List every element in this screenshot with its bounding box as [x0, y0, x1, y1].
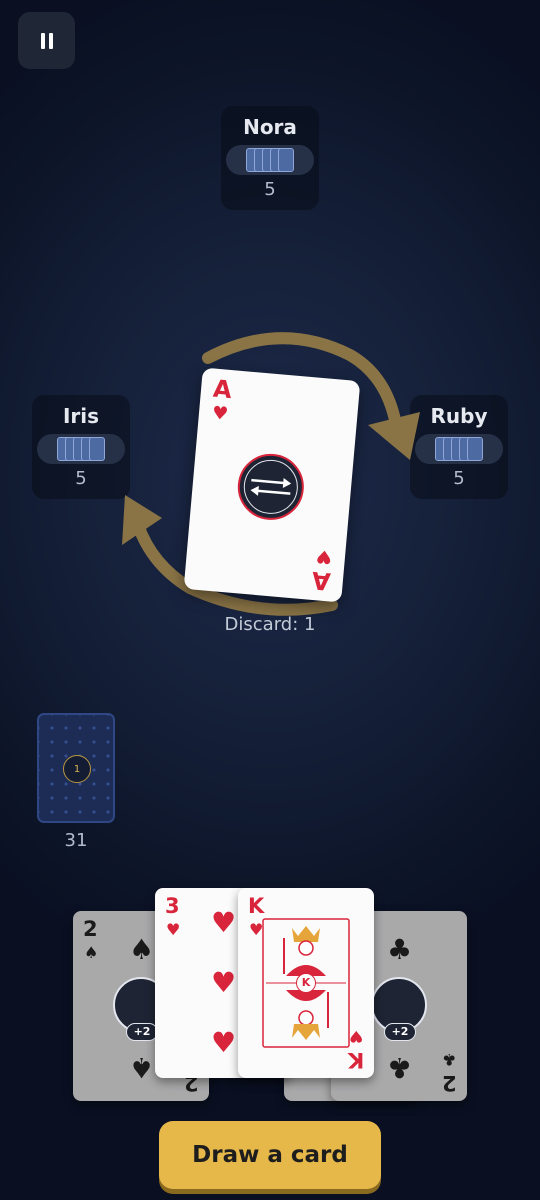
card-suit-bottom: ♥ — [314, 545, 333, 568]
club-icon: ♣ — [387, 1051, 413, 1084]
club-icon: ♣ — [387, 933, 413, 966]
card-rank: K — [248, 894, 265, 918]
card-suit: ♠ — [84, 943, 99, 962]
heart-icon: ♥ — [211, 966, 237, 999]
draw-card-button[interactable]: Draw a card — [159, 1121, 381, 1189]
discard-count-label: Discard: 1 — [224, 614, 316, 635]
king-figure-label: K — [296, 973, 316, 993]
card-rank-bottom: 2 — [442, 1071, 457, 1095]
deck-emblem: 1 — [63, 755, 91, 783]
card-suit: ♥ — [166, 920, 181, 939]
spade-icon: ♠ — [129, 1051, 155, 1084]
card-rank: 2 — [83, 917, 98, 941]
card-suit-bottom: ♥ — [348, 1027, 363, 1046]
pause-button[interactable] — [18, 12, 75, 69]
card-rank: 3 — [165, 894, 180, 918]
opponent-nora: Nora 5 — [221, 106, 319, 210]
heart-icon: ♥ — [211, 906, 237, 939]
draw-two-icon: +2 — [371, 977, 427, 1041]
draw-deck[interactable]: 1 — [37, 713, 115, 823]
card-rank-bottom: A — [311, 565, 333, 596]
card-suit-bottom: ♣ — [441, 1050, 456, 1069]
hand-card-k-hearts[interactable]: K ♥ K ♥ K — [238, 888, 374, 1078]
card-rank: A — [211, 374, 233, 405]
heart-icon: ♥ — [211, 1026, 237, 1059]
pause-icon — [40, 32, 53, 49]
draw-two-label: +2 — [126, 1023, 158, 1041]
draw-two-label: +2 — [384, 1023, 416, 1041]
discard-pile-top-card: A ♥ ♥ A — [183, 367, 361, 603]
card-rank-bottom: K — [347, 1048, 364, 1072]
card-suit: ♥ — [211, 402, 230, 425]
spade-icon: ♠ — [129, 933, 155, 966]
opponent-hand-indicator — [226, 145, 314, 175]
opponent-card-count: 5 — [264, 179, 276, 200]
deck-count: 31 — [64, 830, 88, 851]
swap-direction-icon — [235, 451, 307, 523]
opponent-name: Nora — [243, 115, 297, 139]
